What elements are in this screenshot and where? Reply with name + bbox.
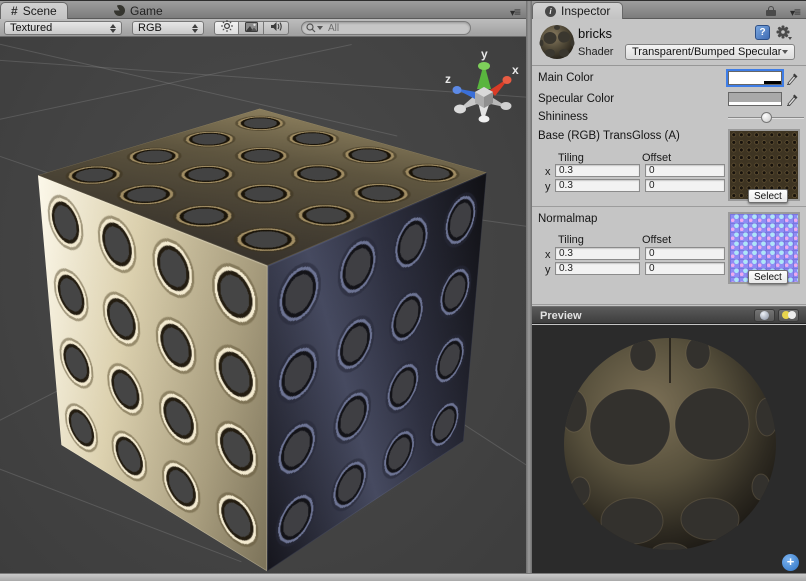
- add-button[interactable]: +: [782, 554, 799, 571]
- tab-game-label: Game: [130, 4, 163, 18]
- updown-arrows-icon: [110, 24, 116, 33]
- tab-scene[interactable]: # Scene: [0, 2, 68, 19]
- view-toggle-group: [214, 21, 289, 35]
- normal-tiling-header: Tiling: [558, 234, 584, 246]
- unity-editor-window: # Scene Game ▾≡ Textured RGB: [0, 0, 806, 581]
- tab-inspector[interactable]: i Inspector: [532, 2, 623, 19]
- skybox-toggle-button[interactable]: [239, 21, 264, 35]
- inspector-panel: i Inspector ▾≡ bricks Shader Transparent…: [532, 1, 806, 581]
- base-offset-header: Offset: [642, 152, 671, 164]
- specular-color-swatch[interactable]: [728, 92, 782, 106]
- shininess-label: Shininess: [538, 111, 588, 123]
- base-tiling-x-field[interactable]: [555, 164, 640, 177]
- scene-toolbar: Textured RGB: [0, 19, 526, 37]
- base-map-label: Base (RGB) TransGloss (A): [538, 130, 680, 142]
- settings-gear-button[interactable]: [775, 25, 793, 41]
- search-icon: [306, 23, 323, 33]
- normal-tiling-x-field[interactable]: [555, 247, 640, 260]
- scene-search: [301, 21, 471, 35]
- scene-panel-menu-icon[interactable]: ▾≡: [510, 5, 520, 19]
- eyedropper-icon[interactable]: [786, 71, 800, 85]
- main-color-swatch[interactable]: [728, 71, 782, 85]
- preview-header[interactable]: Preview: [532, 306, 806, 324]
- scene-orientation-gizmo[interactable]: y x z: [440, 48, 526, 134]
- base-tiling-y-field[interactable]: [555, 179, 640, 192]
- scene-viewport[interactable]: y x z: [0, 37, 526, 574]
- tab-inspector-label: Inspector: [561, 4, 610, 18]
- preview-mesh-button[interactable]: [754, 309, 775, 322]
- color-mode-value: RGB: [138, 22, 162, 34]
- lighting-toggle-button[interactable]: [214, 21, 239, 35]
- game-icon: [114, 5, 125, 16]
- question-icon: ?: [759, 27, 765, 38]
- tab-game[interactable]: Game: [104, 2, 173, 19]
- help-button[interactable]: ?: [755, 25, 770, 40]
- material-header: bricks Shader Transparent/Bumped Specula…: [532, 19, 806, 66]
- textured-cube[interactable]: [158, 139, 388, 501]
- search-input[interactable]: [326, 22, 466, 34]
- color-mode-dropdown[interactable]: RGB: [132, 21, 204, 35]
- menu-lines-icon: ≡: [514, 5, 520, 19]
- base-tiling-header: Tiling: [558, 152, 584, 164]
- normal-x-axis-label: x: [545, 249, 551, 261]
- normal-offset-header: Offset: [642, 234, 671, 246]
- menu-lines-icon: ≡: [794, 5, 800, 19]
- normal-offset-x-field[interactable]: [645, 247, 725, 260]
- draw-mode-dropdown[interactable]: Textured: [4, 21, 122, 35]
- tab-scene-label: Scene: [23, 4, 57, 18]
- material-name: bricks: [578, 26, 612, 41]
- sphere-icon: [760, 311, 769, 320]
- preview-label: Preview: [540, 310, 582, 322]
- normal-y-axis-label: y: [545, 264, 551, 276]
- base-y-axis-label: y: [545, 181, 551, 193]
- speaker-icon: [270, 19, 283, 37]
- chevron-down-icon: [782, 50, 788, 54]
- inspector-tabstrip: i Inspector ▾≡: [532, 1, 806, 19]
- shininess-slider-thumb[interactable]: [761, 112, 772, 123]
- info-icon: i: [545, 6, 556, 17]
- specular-color-alpha-strip: [729, 102, 781, 105]
- normal-tiling-y-field[interactable]: [555, 262, 640, 275]
- normal-map-label: Normalmap: [538, 213, 597, 225]
- eyedropper-icon[interactable]: [786, 92, 800, 106]
- section-divider: [532, 206, 806, 207]
- shader-value: Transparent/Bumped Specular: [632, 46, 781, 58]
- gizmo-z-label: z: [445, 72, 451, 86]
- base-offset-x-field[interactable]: [645, 164, 725, 177]
- scene-tabstrip: # Scene Game ▾≡: [0, 1, 526, 19]
- gizmo-y-label: y: [481, 48, 488, 61]
- gizmo-x-label: x: [512, 63, 519, 77]
- search-filter-arrow-icon: [317, 26, 323, 30]
- shininess-slider[interactable]: [728, 117, 804, 119]
- scene-panel: # Scene Game ▾≡ Textured RGB: [0, 1, 526, 581]
- main-color-alpha-bar: [729, 81, 764, 84]
- base-offset-y-field[interactable]: [645, 179, 725, 192]
- shader-dropdown[interactable]: Transparent/Bumped Specular: [625, 44, 795, 60]
- section-divider: [532, 304, 806, 305]
- plus-icon: +: [787, 554, 795, 569]
- light-toggle-icon: [782, 311, 796, 320]
- updown-arrows-icon: [192, 24, 198, 33]
- statusbar: [0, 573, 806, 581]
- base-x-axis-label: x: [545, 166, 551, 178]
- preview-sphere: [558, 331, 782, 557]
- audio-toggle-button[interactable]: [264, 21, 289, 35]
- preview-area[interactable]: +: [532, 325, 806, 574]
- preview-lighting-button[interactable]: [778, 309, 799, 322]
- grid-icon: #: [11, 4, 18, 18]
- sun-icon: [221, 19, 233, 37]
- inspector-panel-menu-icon[interactable]: ▾≡: [790, 5, 800, 19]
- specular-color-label: Specular Color: [538, 93, 614, 105]
- base-texture-select-button[interactable]: Select: [748, 189, 788, 203]
- main-color-label: Main Color: [538, 72, 594, 84]
- draw-mode-value: Textured: [10, 22, 52, 34]
- normal-offset-y-field[interactable]: [645, 262, 725, 275]
- lock-icon[interactable]: [766, 6, 776, 16]
- main-color-alpha-strip: [729, 81, 781, 84]
- shader-label: Shader: [578, 46, 613, 58]
- material-sphere-icon: [537, 21, 577, 66]
- specular-color-alpha-bar: [729, 102, 781, 105]
- image-icon: [245, 19, 258, 37]
- normal-texture-select-button[interactable]: Select: [748, 270, 788, 284]
